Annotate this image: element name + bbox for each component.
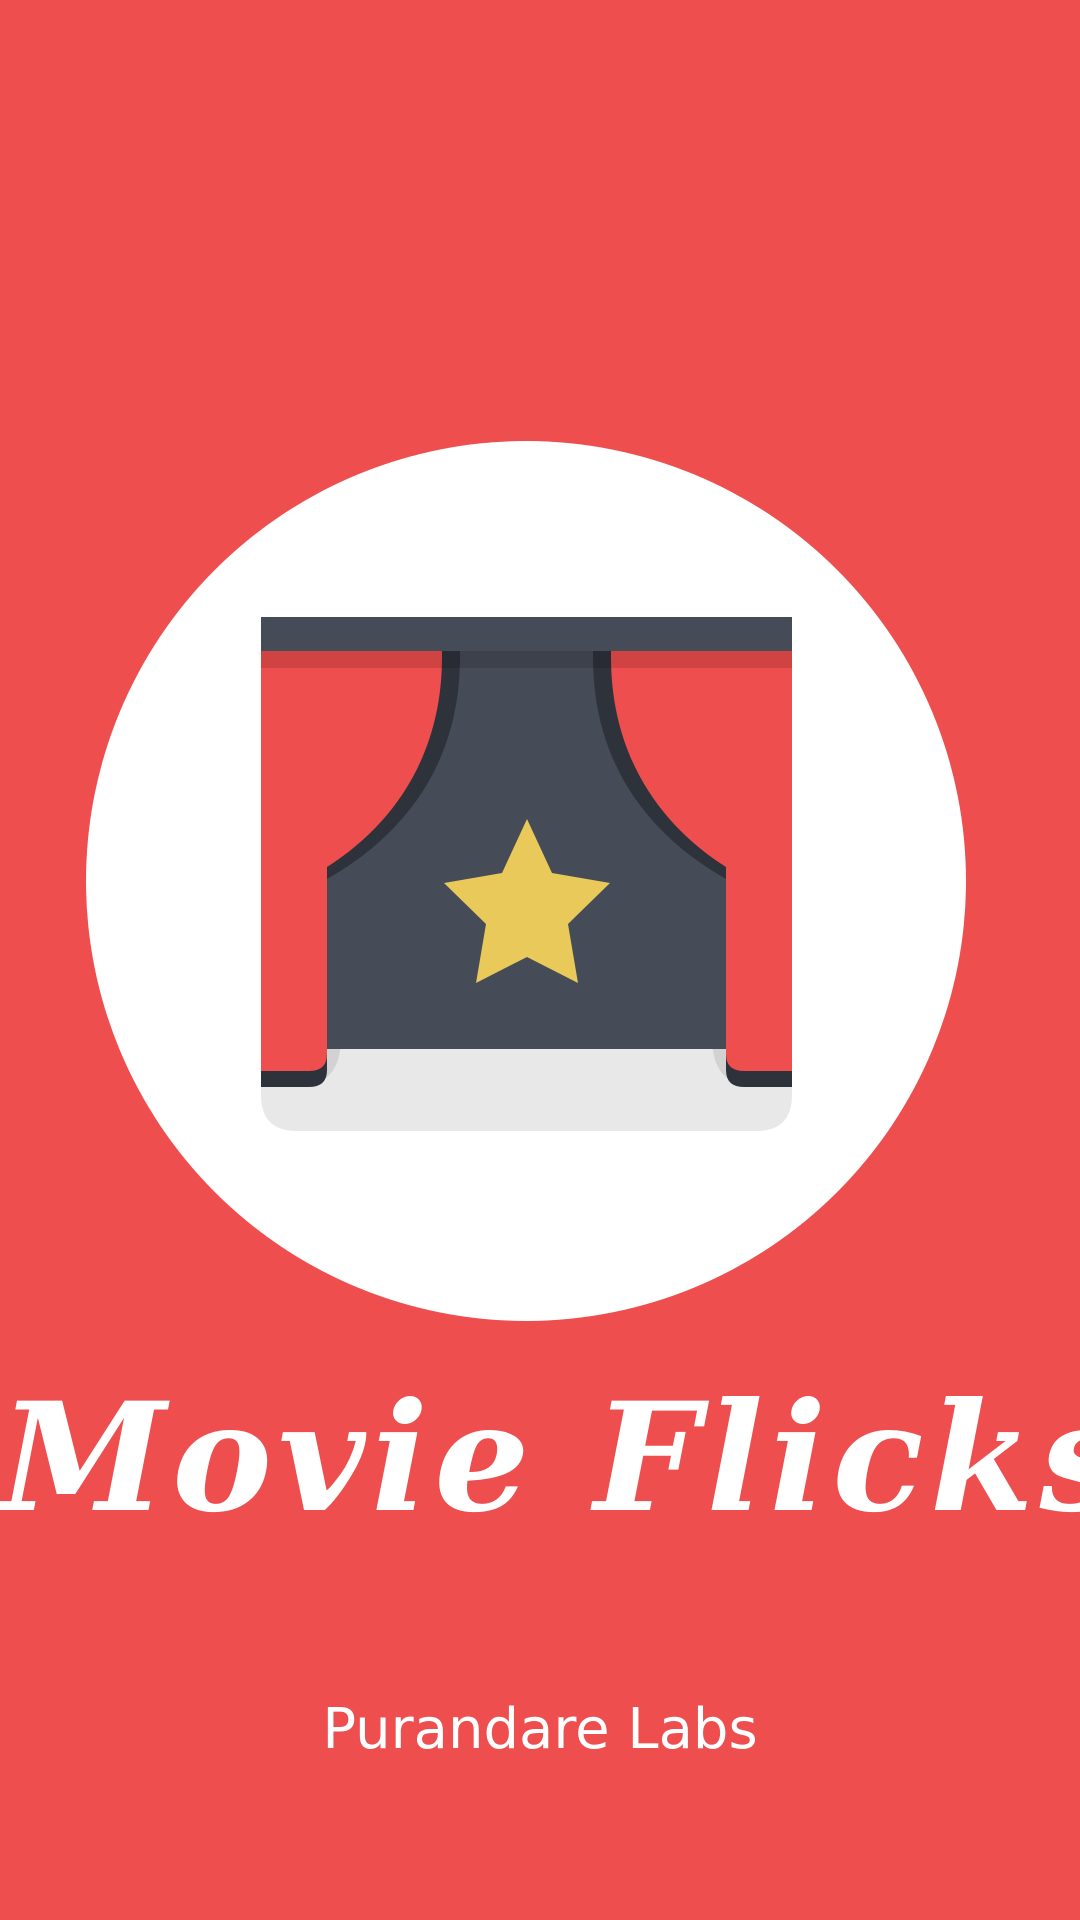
app-title: Movie Flicks <box>0 1370 1080 1546</box>
theater-curtain-star-icon <box>261 617 792 1131</box>
splash-screen: Movie Flicks Purandare Labs <box>0 0 1080 1920</box>
developer-name: Purandare Labs <box>322 1697 758 1762</box>
curtain-rod <box>261 617 792 651</box>
